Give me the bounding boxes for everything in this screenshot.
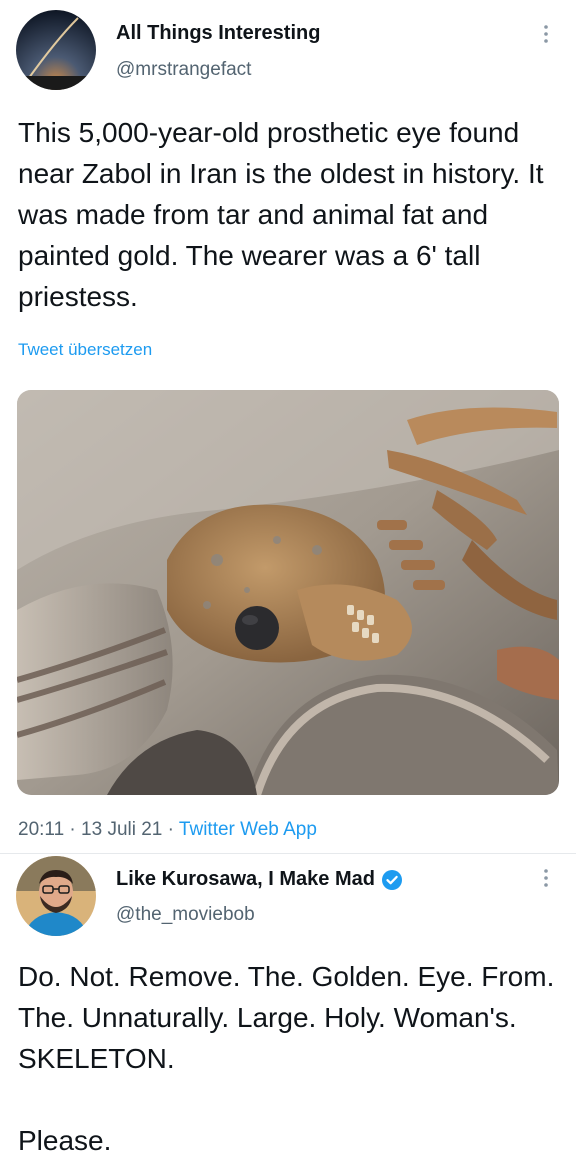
author-name[interactable]: All Things Interesting (116, 22, 320, 45)
avatar-image (16, 10, 96, 90)
more-options-button[interactable] (536, 866, 556, 890)
tweet-text: This 5,000-year-old prosthetic eye found… (18, 117, 544, 312)
more-vertical-icon (544, 869, 548, 887)
reply-text: Do. Not. Remove. The. Golden. Eye. From.… (18, 961, 555, 1074)
reply-text-closing: Please. (18, 1125, 112, 1156)
more-options-button[interactable] (536, 22, 556, 46)
tweet-source-link[interactable]: Twitter Web App (179, 819, 317, 840)
tweet-divider (0, 853, 576, 854)
tweet-date[interactable]: 13 Juli 21 (81, 819, 162, 840)
avatar-the-moviebob[interactable] (16, 856, 96, 936)
author-name[interactable]: Like Kurosawa, I Make Mad (116, 868, 403, 891)
avatar-image (16, 856, 96, 936)
more-vertical-icon (544, 25, 548, 43)
verified-badge-icon (381, 869, 403, 891)
excavation-photo (17, 390, 559, 795)
tweet-time[interactable]: 20:11 (18, 819, 64, 840)
author-name-text: Like Kurosawa, I Make Mad (116, 868, 375, 890)
translate-tweet-link[interactable]: Tweet übersetzen (18, 340, 152, 360)
avatar-mrstrangefact[interactable] (16, 10, 96, 90)
meta-separator: · (69, 819, 76, 840)
tweet-metadata: 20:11 · 13 Juli 21 · Twitter Web App (18, 819, 317, 841)
author-handle[interactable]: @the_moviebob (116, 904, 255, 926)
author-handle[interactable]: @mrstrangefact (116, 59, 251, 81)
meta-separator: · (167, 819, 174, 840)
tweet-photo[interactable] (17, 390, 559, 795)
